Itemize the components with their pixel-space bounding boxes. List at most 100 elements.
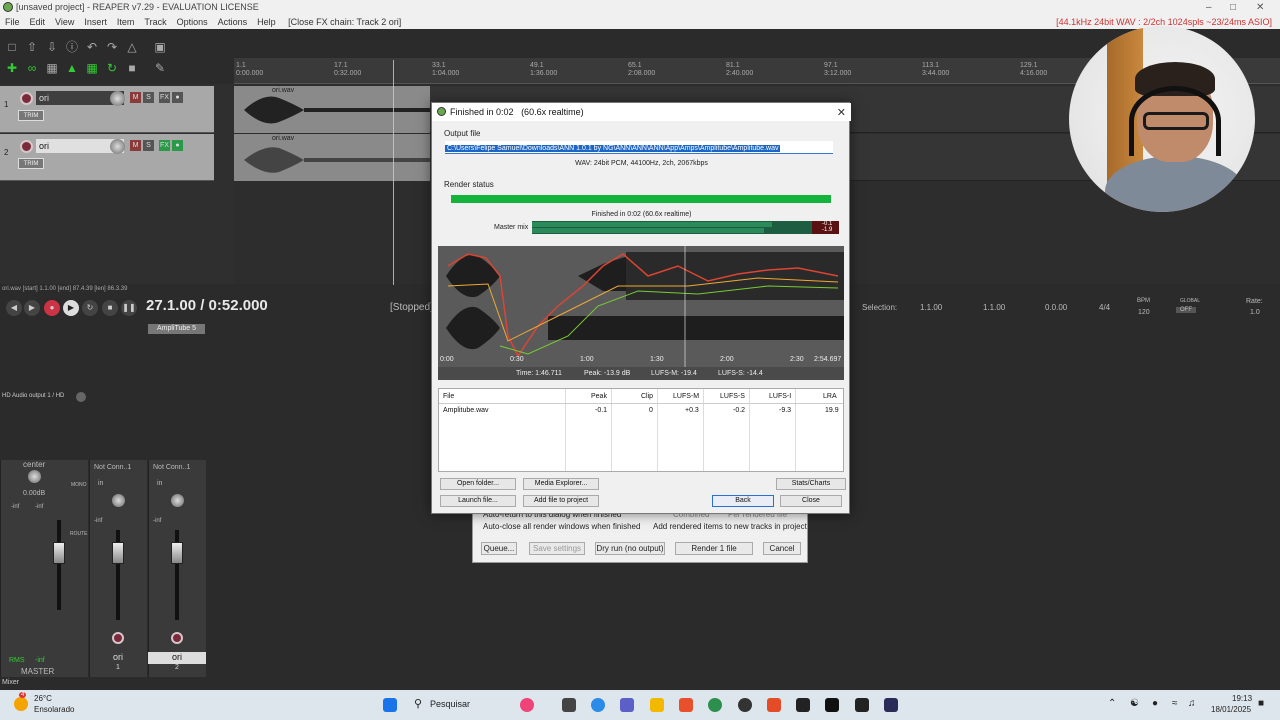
- brave-icon[interactable]: [679, 698, 693, 712]
- close-icon[interactable]: ✕: [1256, 0, 1264, 15]
- layout-icon[interactable]: ▣: [152, 39, 168, 55]
- volume-knob[interactable]: [110, 91, 125, 106]
- record-arm-button[interactable]: [171, 632, 183, 644]
- solo-button[interactable]: S: [143, 140, 154, 151]
- global-automation-label[interactable]: GLOBAL: [1180, 298, 1200, 304]
- rate-value[interactable]: 1.0: [1250, 309, 1260, 316]
- new-project-icon[interactable]: □: [4, 39, 20, 55]
- fx-button[interactable]: FX: [159, 92, 170, 103]
- mixer-tab[interactable]: Mixer: [2, 679, 19, 686]
- open-project-icon[interactable]: ⇧: [24, 39, 40, 55]
- open-folder-button[interactable]: Open folder...: [440, 478, 516, 490]
- app-icon[interactable]: [767, 698, 781, 712]
- stats-charts-button[interactable]: Stats/Charts: [776, 478, 846, 490]
- input-select[interactable]: Not Conn..1: [94, 464, 131, 471]
- automation-trim-button[interactable]: TRIM: [18, 110, 44, 121]
- save-settings-button[interactable]: Save settings: [529, 542, 585, 555]
- pan-knob[interactable]: [28, 470, 41, 483]
- grid-icon[interactable]: ✚: [4, 60, 20, 76]
- column-header[interactable]: File: [443, 393, 454, 400]
- automation-trim-button[interactable]: TRIM: [18, 158, 44, 169]
- track-1[interactable]: 1 ori M S FX ● TRIM: [0, 86, 214, 133]
- microphone-icon[interactable]: ●: [1152, 698, 1158, 709]
- go-to-end-icon[interactable]: ▶: [24, 300, 40, 316]
- weather-icon[interactable]: [14, 697, 28, 711]
- column-header[interactable]: Clip: [641, 393, 653, 400]
- clock-date[interactable]: 18/01/2025: [1211, 705, 1251, 714]
- chevron-up-icon[interactable]: ⌃: [1108, 698, 1116, 709]
- selection-length[interactable]: 0.0.00: [1045, 303, 1067, 312]
- menu-actions[interactable]: Actions: [213, 15, 253, 29]
- terminal-icon[interactable]: [825, 698, 839, 712]
- obs-icon[interactable]: [738, 698, 752, 712]
- menu-help[interactable]: Help: [252, 15, 281, 29]
- maximize-icon[interactable]: □: [1230, 0, 1236, 15]
- global-automation-state[interactable]: OFF: [1176, 307, 1196, 313]
- redo-icon[interactable]: ↷: [104, 39, 120, 55]
- queue-button[interactable]: Queue...: [481, 542, 517, 555]
- save-project-icon[interactable]: ⇩: [44, 39, 60, 55]
- mute-button[interactable]: M: [130, 92, 141, 103]
- selection-end[interactable]: 1.1.00: [983, 303, 1005, 312]
- dry-run-button[interactable]: Dry run (no output): [595, 542, 665, 555]
- volume-fader[interactable]: [171, 542, 183, 564]
- search-icon[interactable]: ⚲: [414, 697, 422, 710]
- auto-crossfade-icon[interactable]: ▲: [64, 60, 80, 76]
- weather-temp[interactable]: 26°C: [34, 694, 52, 703]
- taskbar-search[interactable]: Pesquisar: [430, 699, 470, 709]
- record-arm-button[interactable]: [112, 632, 124, 644]
- fx-enable-icon[interactable]: ●: [172, 92, 183, 103]
- pan-knob[interactable]: [171, 494, 184, 507]
- menu-file[interactable]: File: [0, 15, 25, 29]
- app-icon[interactable]: [855, 698, 869, 712]
- column-header[interactable]: LUFS-M: [673, 393, 699, 400]
- master-volume[interactable]: 0.00dB: [23, 490, 45, 497]
- snap-icon[interactable]: ∞: [24, 60, 40, 76]
- menu-track[interactable]: Track: [139, 15, 171, 29]
- project-settings-icon[interactable]: ⓘ: [64, 39, 80, 55]
- menu-item[interactable]: Item: [112, 15, 140, 29]
- mono-button[interactable]: MONO: [71, 482, 87, 488]
- record-arm-button[interactable]: [20, 92, 33, 105]
- volume-knob[interactable]: [110, 139, 125, 154]
- notification-icon[interactable]: ■: [1258, 698, 1264, 709]
- app-icon[interactable]: [796, 698, 810, 712]
- menu-options[interactable]: Options: [172, 15, 213, 29]
- clock-time[interactable]: 19:13: [1232, 694, 1252, 703]
- undo-icon[interactable]: ↶: [84, 39, 100, 55]
- strip-name[interactable]: ori: [148, 652, 206, 664]
- add-file-to-project-button[interactable]: Add file to project: [523, 495, 599, 507]
- fx-button[interactable]: FX: [159, 140, 170, 151]
- selection-start[interactable]: 1.1.00: [920, 303, 942, 312]
- route-button[interactable]: ROUTE: [70, 531, 88, 537]
- windows-start-icon[interactable]: [383, 698, 397, 712]
- fx-enable-icon[interactable]: ●: [172, 140, 183, 151]
- input-mode[interactable]: in: [98, 480, 103, 487]
- go-to-start-icon[interactable]: ◀: [6, 300, 22, 316]
- loop-icon[interactable]: ↻: [104, 60, 120, 76]
- volume-icon[interactable]: ♫: [1188, 698, 1196, 709]
- record-arm-button[interactable]: [20, 140, 33, 153]
- widgets-icon[interactable]: [520, 698, 534, 712]
- metronome-icon[interactable]: △: [124, 39, 140, 55]
- tool-icon[interactable]: ✎: [152, 60, 168, 76]
- pause-icon[interactable]: ❚❚: [121, 300, 137, 316]
- edit-cursor[interactable]: [393, 60, 394, 285]
- close-button[interactable]: Close: [780, 495, 842, 507]
- record-icon[interactable]: ●: [44, 300, 60, 316]
- weather-desc[interactable]: Ensolarado: [34, 705, 74, 714]
- close-icon[interactable]: ✕: [837, 104, 846, 122]
- ripple-icon[interactable]: ▦: [44, 60, 60, 76]
- render-waveform[interactable]: 0:00 0:30 1:00 1:30 2:00 2:30 2:54.697: [438, 246, 844, 380]
- solo-button[interactable]: S: [143, 92, 154, 103]
- strip-name[interactable]: ori: [89, 652, 147, 664]
- input-select[interactable]: Not Conn..1: [153, 464, 190, 471]
- network-icon[interactable]: ☯: [1130, 698, 1139, 709]
- play-icon[interactable]: ▶: [63, 300, 79, 316]
- media-item[interactable]: ori.wav: [234, 134, 430, 181]
- output-path-field[interactable]: C:\Users\Felipe Samuel\Downloads\ANN 1.0…: [445, 141, 833, 154]
- column-header[interactable]: Peak: [591, 393, 607, 400]
- repeat-icon[interactable]: ↻: [82, 300, 98, 316]
- table-cell-file[interactable]: Amplitube.wav: [443, 407, 489, 414]
- menu-insert[interactable]: Insert: [79, 15, 112, 29]
